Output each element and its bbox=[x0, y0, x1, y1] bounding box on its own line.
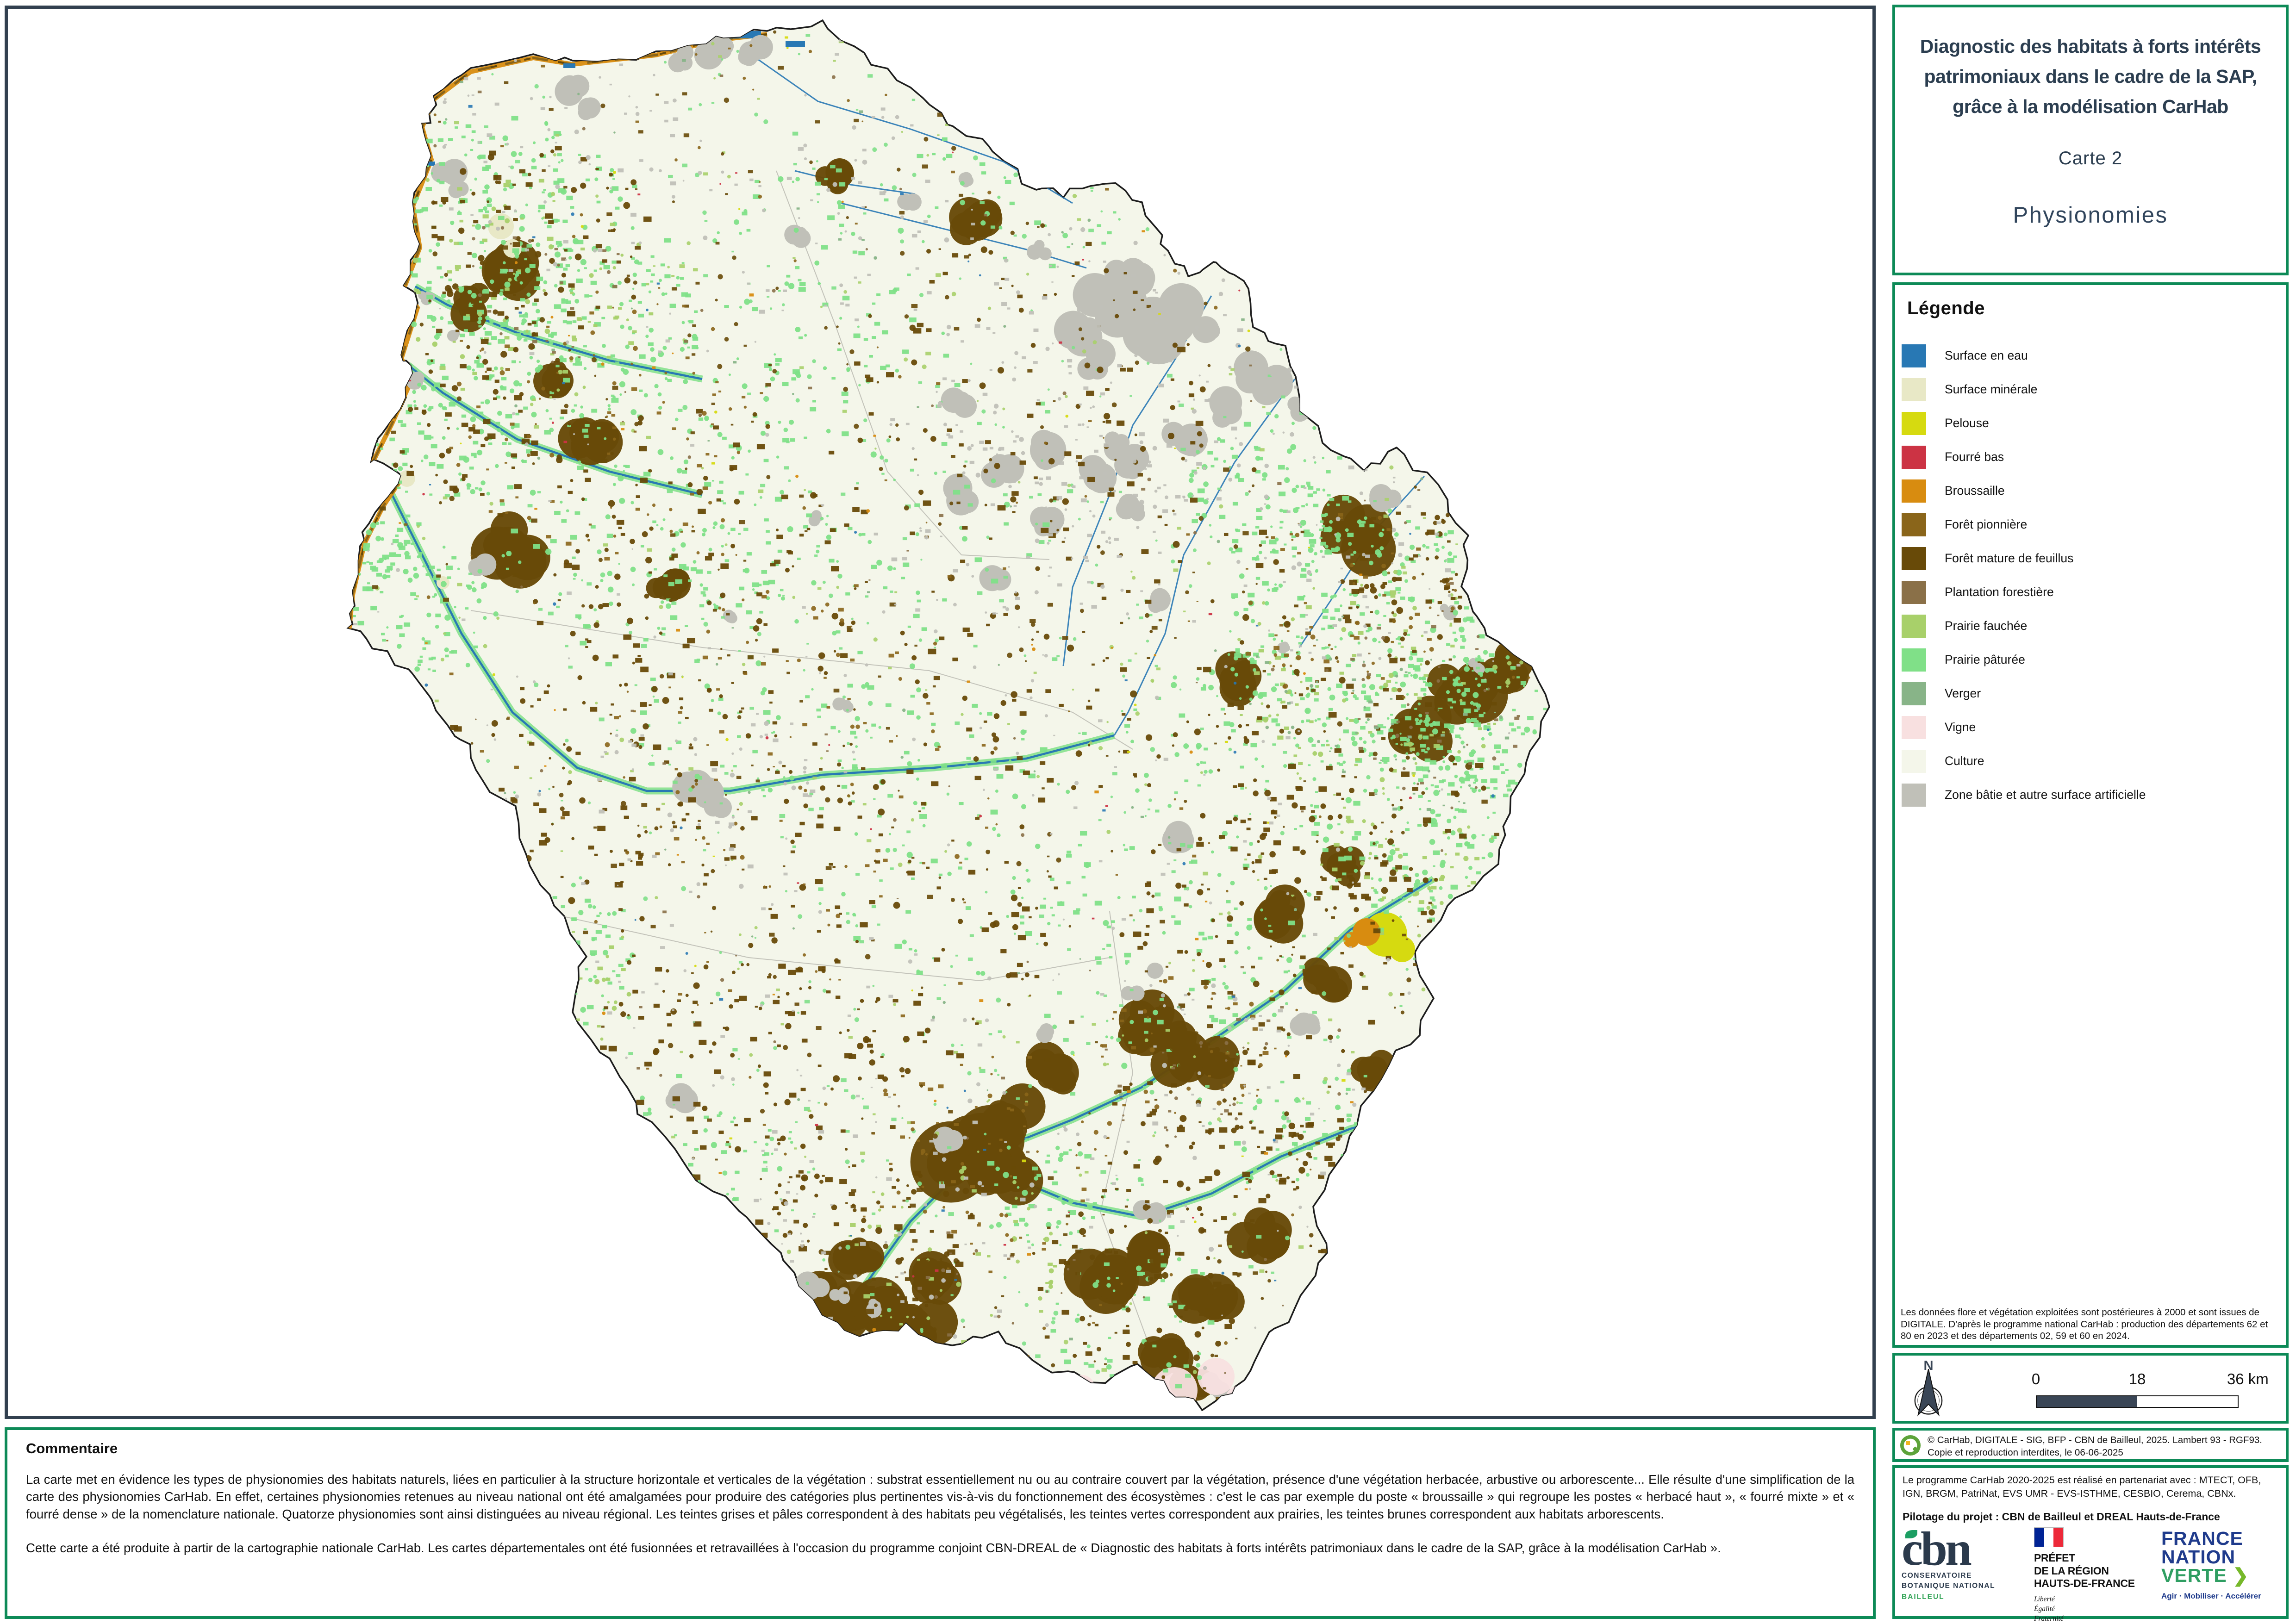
prefet-line3: HAUTS-DE-FRANCE bbox=[2034, 1577, 2150, 1590]
legend-item-culture: Culture bbox=[1902, 744, 2279, 778]
partners-panel: Le programme CarHab 2020-2025 est réalis… bbox=[1892, 1465, 2289, 1619]
legend-item-vigne: Vigne bbox=[1902, 710, 2279, 744]
legend-item-label: Prairie fauchée bbox=[1945, 619, 2027, 633]
scalebar-label-mid: 18 bbox=[2129, 1370, 2146, 1388]
scalebar bbox=[2036, 1395, 2239, 1408]
legend-item-label: Fourré bas bbox=[1945, 450, 2004, 464]
legend-item-plantation: Plantation forestière bbox=[1902, 575, 2279, 609]
qgis-logo-icon bbox=[1900, 1435, 1921, 1456]
legend-swatch bbox=[1902, 513, 1926, 536]
prefet-devise1: Liberté bbox=[2034, 1595, 2150, 1605]
legend-item-label: Prairie pâturée bbox=[1945, 653, 2025, 667]
legend-item-label: Forêt pionnière bbox=[1945, 517, 2027, 532]
legend-panel: Légende Surface en eau Surface minérale Pe… bbox=[1892, 282, 2289, 1348]
scalebar-filled-segment bbox=[2037, 1396, 2137, 1407]
prefet-line2: DE LA RÉGION bbox=[2034, 1565, 2150, 1578]
legend-item-foret_mature: Forêt mature de feuillus bbox=[1902, 541, 2279, 575]
fnv-chevron-icon: ❯ bbox=[2233, 1565, 2249, 1586]
cbn-line3: BAILLEUL bbox=[1902, 1592, 2022, 1602]
legend-swatch bbox=[1902, 547, 1926, 570]
scalebar-label-0: 0 bbox=[2032, 1370, 2040, 1388]
legend-item-prairie_paturee: Prairie pâturée bbox=[1902, 643, 2279, 677]
legend-item-pelouse: Pelouse bbox=[1902, 406, 2279, 440]
legend-title: Légende bbox=[1907, 298, 2286, 319]
fnv-line1: FRANCE bbox=[2161, 1529, 2286, 1548]
legend-item-verger: Verger bbox=[1902, 677, 2279, 710]
prefet-line1: PRÉFET bbox=[2034, 1552, 2150, 1565]
cbn-logo: cbn CONSERVATOIRE BOTANIQUE NATIONAL BAI… bbox=[1902, 1527, 2022, 1602]
legend-item-label: Surface en eau bbox=[1945, 348, 2028, 363]
legend-item-label: Broussaille bbox=[1945, 484, 2005, 498]
cbn-wordmark: cbn bbox=[1902, 1527, 2022, 1571]
comment-title: Commentaire bbox=[26, 1440, 1854, 1457]
map-title: Diagnostic des habitats à forts intérêts… bbox=[1895, 7, 2286, 121]
scalebar-empty-segment bbox=[2137, 1396, 2238, 1407]
comment-panel: Commentaire La carte met en évidence les… bbox=[5, 1427, 1876, 1619]
cbn-line2: BOTANIQUE NATIONAL bbox=[1902, 1581, 2022, 1591]
legend-swatch bbox=[1902, 648, 1926, 672]
legend-item-label: Surface minérale bbox=[1945, 382, 2037, 397]
legend-item-broussaille: Broussaille bbox=[1902, 474, 2279, 508]
copyright-line2: Copie et reproduction interdites, le 06-… bbox=[1928, 1446, 2281, 1459]
legend-swatch bbox=[1902, 344, 1926, 367]
north-arrow-icon: N bbox=[1905, 1357, 1952, 1420]
legend-item-foret_pionniere: Forêt pionnière bbox=[1902, 508, 2279, 541]
map-canvas bbox=[8, 9, 1872, 1416]
legend-rows: Surface en eau Surface minérale Pelouse Fou… bbox=[1902, 339, 2279, 812]
legend-swatch bbox=[1902, 682, 1926, 705]
legend-swatch bbox=[1902, 716, 1926, 739]
prefet-devise3: Fraternité bbox=[2034, 1614, 2150, 1624]
legend-source-note: Les données flore et végétation exploité… bbox=[1901, 1307, 2279, 1342]
fnv-line2: NATION bbox=[2161, 1548, 2286, 1566]
map-name: Physionomies bbox=[1895, 202, 2286, 228]
legend-item-surface_eau: Surface en eau bbox=[1902, 339, 2279, 373]
fnv-line3: VERTE bbox=[2161, 1565, 2227, 1586]
legend-item-label: Pelouse bbox=[1945, 416, 1989, 430]
legend-swatch bbox=[1902, 378, 1926, 401]
partnership-text: Le programme CarHab 2020-2025 est réalis… bbox=[1903, 1474, 2279, 1500]
legend-item-fourre_bas: Fourré bas bbox=[1902, 440, 2279, 474]
scalebar-panel: N 0 18 36 km bbox=[1892, 1353, 2289, 1424]
prefet-devise2: Égalité bbox=[2034, 1605, 2150, 1614]
legend-item-label: Forêt mature de feuillus bbox=[1945, 551, 2073, 566]
title-panel: Diagnostic des habitats à forts intérêts… bbox=[1892, 5, 2289, 275]
pilotage-text: Pilotage du projet : CBN de Bailleul et … bbox=[1903, 1511, 2279, 1523]
legend-swatch bbox=[1902, 784, 1926, 807]
legend-swatch bbox=[1902, 750, 1926, 773]
legend-item-surface_minerale: Surface minérale bbox=[1902, 373, 2279, 406]
legend-item-label: Culture bbox=[1945, 754, 1984, 768]
legend-item-prairie_fauchee: Prairie fauchée bbox=[1902, 609, 2279, 643]
comment-paragraph-2: Cette carte a été produite à partir de l… bbox=[26, 1539, 1854, 1556]
legend-swatch bbox=[1902, 615, 1926, 638]
comment-paragraph-1: La carte met en évidence les types de ph… bbox=[26, 1471, 1854, 1523]
map-frame bbox=[5, 6, 1876, 1419]
copyright-panel: © CarHab, DIGITALE - SIG, BFP - CBN de B… bbox=[1892, 1428, 2289, 1462]
legend-item-label: Plantation forestière bbox=[1945, 585, 2054, 599]
legend-item-zone_batie: Zone bâtie et autre surface artificielle bbox=[1902, 778, 2279, 812]
legend-swatch bbox=[1902, 479, 1926, 503]
copyright-line1: © CarHab, DIGITALE - SIG, BFP - CBN de B… bbox=[1928, 1434, 2281, 1446]
legend-swatch bbox=[1902, 412, 1926, 435]
french-flag-icon bbox=[2034, 1527, 2064, 1547]
prefet-logo: PRÉFET DE LA RÉGION HAUTS-DE-FRANCE Libe… bbox=[2034, 1527, 2150, 1624]
legend-item-label: Verger bbox=[1945, 686, 1981, 701]
scalebar-label-end: 36 km bbox=[2227, 1370, 2269, 1388]
copyright-text: © CarHab, DIGITALE - SIG, BFP - CBN de B… bbox=[1928, 1434, 2281, 1459]
legend-swatch bbox=[1902, 446, 1926, 469]
fnv-tagline: Agir · Mobiliser · Accélérer bbox=[2161, 1592, 2286, 1601]
legend-item-label: Vigne bbox=[1945, 720, 1976, 734]
legend-swatch bbox=[1902, 581, 1926, 604]
legend-item-label: Zone bâtie et autre surface artificielle bbox=[1945, 788, 2146, 802]
map-subtitle: Carte 2 bbox=[1895, 148, 2286, 169]
france-nation-verte-logo: FRANCE NATION VERTE ❯ Agir · Mobiliser ·… bbox=[2161, 1529, 2286, 1601]
